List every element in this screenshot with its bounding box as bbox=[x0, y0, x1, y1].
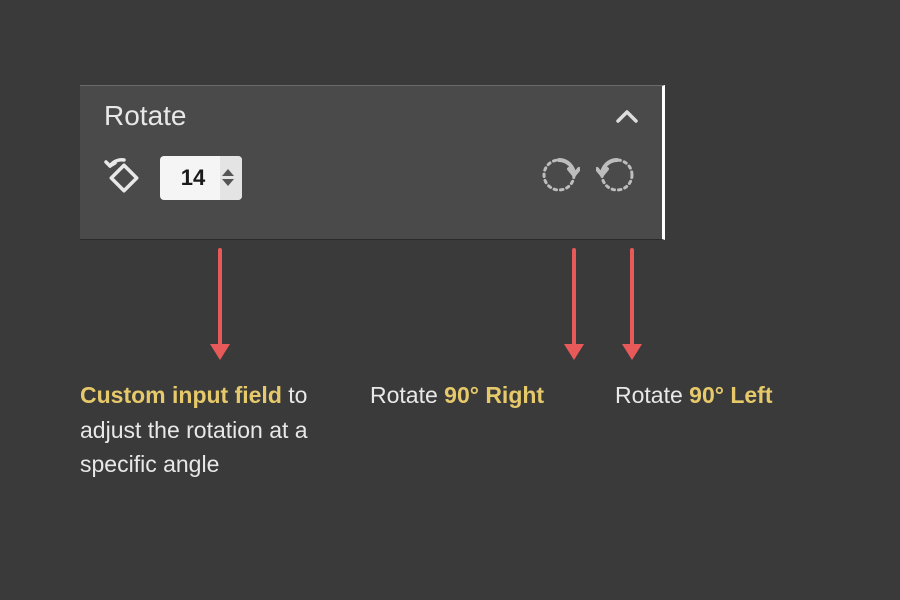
angle-step-up-icon[interactable] bbox=[222, 169, 234, 176]
annotation-arrow bbox=[218, 248, 222, 358]
rotate-angle-icon bbox=[104, 156, 144, 199]
rotate-90-right-button[interactable] bbox=[538, 154, 580, 201]
rotate-panel: Rotate bbox=[80, 85, 665, 240]
annotation-text: Rotate bbox=[615, 382, 689, 408]
panel-title: Rotate bbox=[104, 100, 187, 132]
annotation-text: Rotate bbox=[370, 382, 444, 408]
angle-step-down-icon[interactable] bbox=[222, 179, 234, 186]
collapse-icon[interactable] bbox=[616, 103, 638, 129]
custom-rotation-group bbox=[104, 156, 242, 200]
annotation-highlight: Custom input field bbox=[80, 382, 282, 408]
angle-stepper bbox=[220, 156, 242, 200]
preset-rotation-group bbox=[538, 154, 638, 201]
annotation-custom-input: Custom input field to adjust the rotatio… bbox=[80, 378, 360, 482]
rotate-panel-header: Rotate bbox=[80, 86, 662, 140]
annotation-rotate-left: Rotate 90° Left bbox=[615, 378, 773, 413]
annotation-arrow bbox=[572, 248, 576, 358]
angle-input-wrapper bbox=[160, 156, 242, 200]
rotate-panel-body bbox=[80, 140, 662, 217]
annotation-highlight: 90° Right bbox=[444, 382, 544, 408]
annotation-highlight: 90° Left bbox=[689, 382, 772, 408]
rotation-angle-input[interactable] bbox=[160, 156, 220, 200]
annotation-rotate-right: Rotate 90° Right bbox=[370, 378, 544, 413]
annotation-arrow bbox=[630, 248, 634, 358]
rotate-90-left-button[interactable] bbox=[596, 154, 638, 201]
